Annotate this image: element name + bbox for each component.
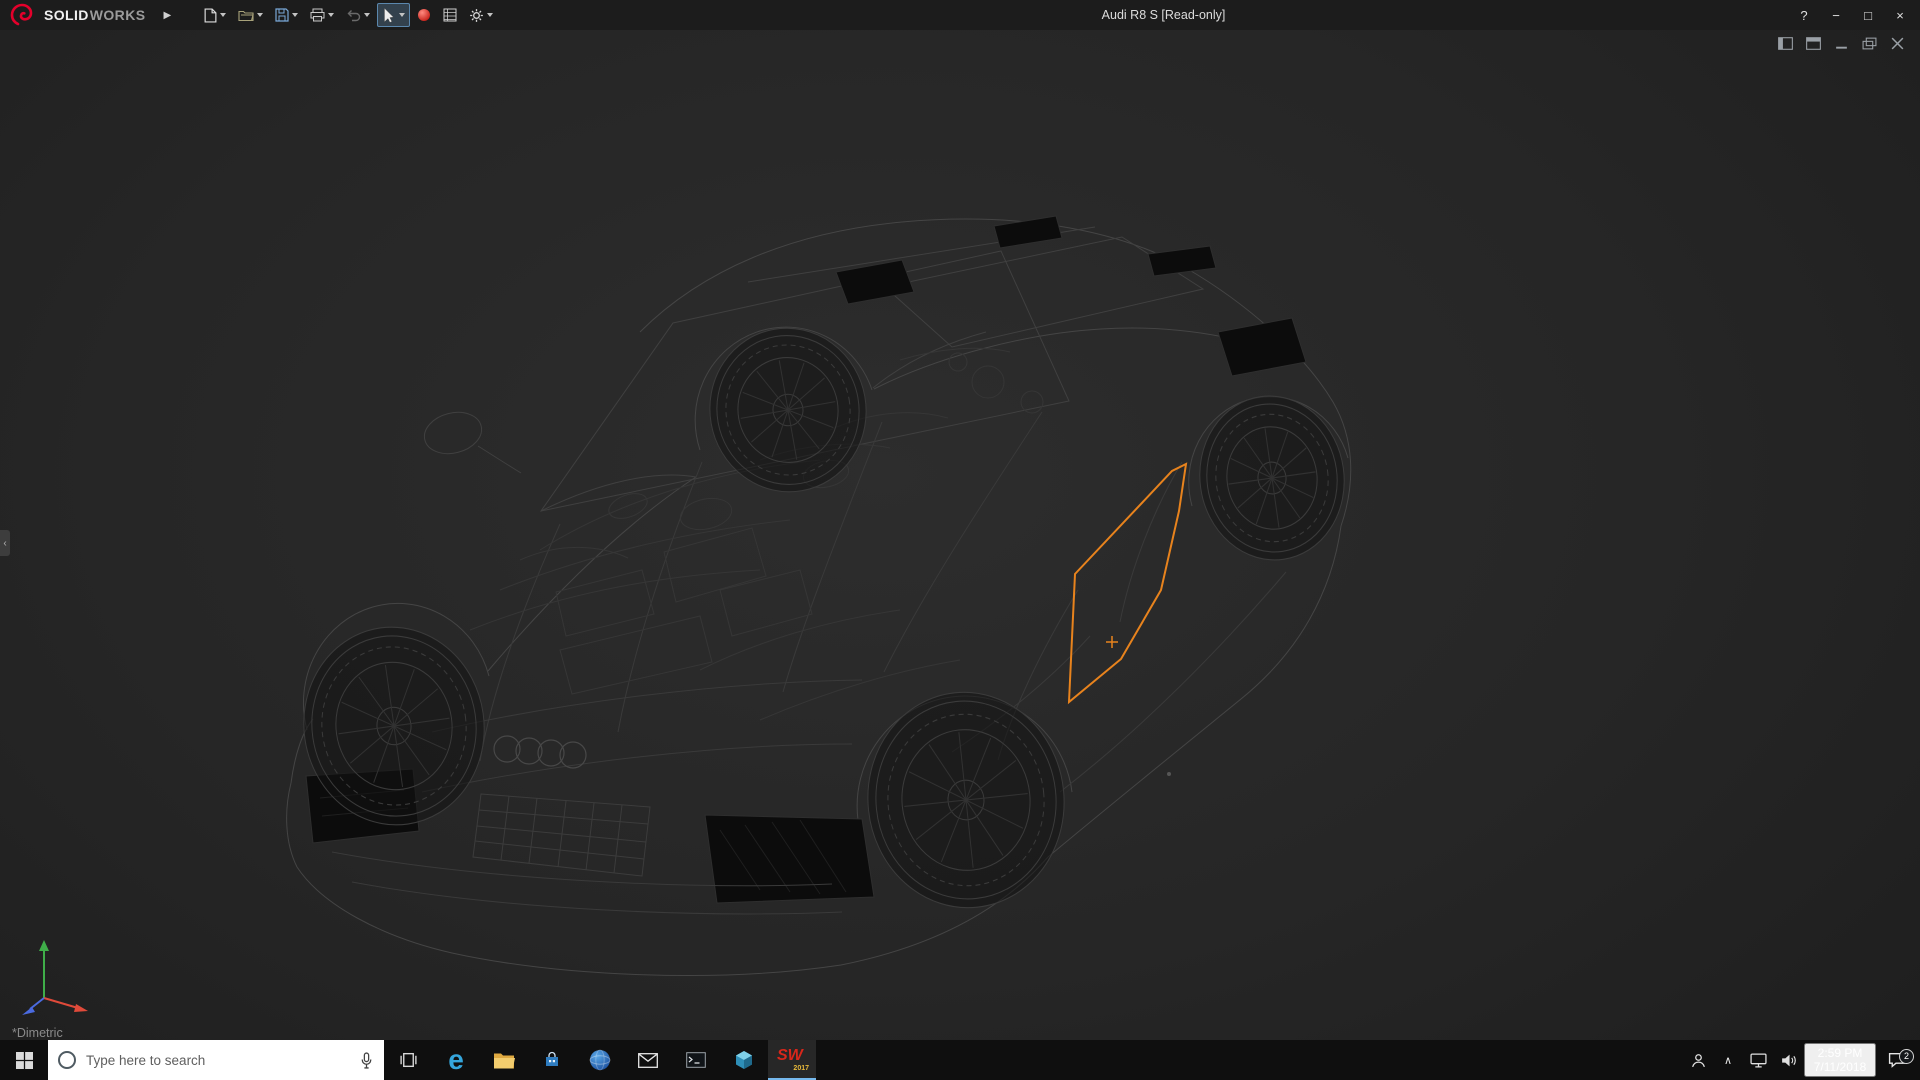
window-title: Audi R8 S [Read-only] bbox=[1101, 8, 1226, 22]
task-view-icon bbox=[399, 1052, 417, 1068]
taskbar-search[interactable] bbox=[48, 1040, 384, 1080]
help-button[interactable]: ? bbox=[1788, 0, 1820, 30]
tray-show-hidden-button[interactable]: ∧ bbox=[1714, 1054, 1742, 1067]
dropdown-caret-icon bbox=[364, 13, 371, 17]
menu-expand-button[interactable]: ▶ bbox=[159, 8, 175, 23]
taskbar-item-file-explorer[interactable] bbox=[480, 1040, 528, 1080]
doc-pane-top-button[interactable] bbox=[1804, 37, 1822, 52]
dropdown-caret-icon bbox=[220, 13, 227, 17]
clock-date: 7/11/2018 bbox=[1813, 1060, 1867, 1074]
cube-app-icon bbox=[736, 1051, 752, 1069]
window-controls: ? − □ × bbox=[1788, 0, 1916, 30]
microphone-icon[interactable] bbox=[359, 1051, 374, 1069]
people-icon bbox=[1691, 1053, 1705, 1067]
undo-icon bbox=[347, 9, 361, 21]
panel-flyout-tab[interactable]: ‹ bbox=[0, 530, 10, 556]
save-icon bbox=[275, 8, 289, 22]
solidworks-year: 2017 bbox=[793, 1065, 809, 1072]
minimize-button[interactable]: − bbox=[1820, 0, 1852, 30]
doc-restore-button[interactable] bbox=[1860, 37, 1878, 52]
options-button[interactable] bbox=[464, 3, 498, 27]
print-icon bbox=[310, 8, 325, 22]
wheel-front-right bbox=[867, 691, 1065, 909]
taskbar-item-solidworks[interactable]: SW 2017 bbox=[768, 1040, 816, 1080]
viewport-3d[interactable]: ‹ *Dimetric bbox=[0, 30, 1920, 1040]
command-prompt-icon bbox=[686, 1052, 706, 1068]
car-wireframe bbox=[286, 215, 1352, 976]
mail-icon bbox=[638, 1052, 658, 1068]
tray-volume-button[interactable] bbox=[1774, 1053, 1802, 1068]
screen: SOLID WORKS ▶ Audi R8 S [Read-only] ? − … bbox=[0, 0, 1920, 1080]
new-document-button[interactable] bbox=[199, 3, 231, 27]
appearance-ball-icon bbox=[418, 9, 431, 21]
edge-icon: e bbox=[448, 1044, 464, 1075]
stray-vertex-dot bbox=[1167, 772, 1171, 776]
taskbar-item-mail[interactable] bbox=[624, 1040, 672, 1080]
quick-access-toolbar bbox=[199, 3, 498, 27]
audi-rings bbox=[493, 735, 587, 769]
appearance-button[interactable] bbox=[412, 3, 436, 27]
wheel-rear-right bbox=[1199, 395, 1345, 561]
brand-solid: SOLID bbox=[44, 7, 89, 23]
taskbar-item-command-prompt[interactable] bbox=[672, 1040, 720, 1080]
ds-logo-icon bbox=[10, 3, 33, 26]
task-view-button[interactable] bbox=[384, 1040, 432, 1080]
select-button[interactable] bbox=[377, 3, 411, 27]
select-cursor-icon bbox=[384, 7, 395, 23]
file-explorer-icon bbox=[494, 1053, 515, 1069]
solidworks-sw-letters: SW bbox=[777, 1047, 803, 1064]
globe-app-icon bbox=[589, 1049, 611, 1071]
doc-pane-left-button[interactable] bbox=[1776, 37, 1794, 52]
dropdown-caret-icon bbox=[328, 13, 335, 17]
save-button[interactable] bbox=[270, 3, 303, 27]
store-icon bbox=[546, 1051, 558, 1066]
file-properties-button[interactable] bbox=[438, 3, 462, 27]
tray-clock[interactable]: 2:59 PM 7/11/2018 bbox=[1804, 1043, 1876, 1077]
taskbar-item-store[interactable] bbox=[528, 1040, 576, 1080]
orientation-triad bbox=[22, 940, 88, 1015]
action-center-button[interactable]: 2 bbox=[1878, 1049, 1916, 1068]
dropdown-caret-icon bbox=[399, 13, 406, 17]
taskbar-item-browser-globe[interactable] bbox=[576, 1040, 624, 1080]
start-button[interactable] bbox=[0, 1040, 48, 1080]
brand-works: WORKS bbox=[89, 7, 146, 23]
car-grille bbox=[472, 793, 651, 877]
taskbar: e SW 2017 bbox=[0, 1040, 1920, 1080]
open-button[interactable] bbox=[233, 3, 268, 27]
tray-people-button[interactable] bbox=[1684, 1053, 1712, 1068]
clock-time: 2:59 PM bbox=[1817, 1046, 1863, 1060]
doc-minimize-button[interactable] bbox=[1832, 37, 1850, 52]
new-document-icon bbox=[204, 7, 217, 23]
windows-logo-icon bbox=[15, 1051, 33, 1069]
file-properties-icon bbox=[443, 8, 457, 22]
dropdown-caret-icon bbox=[257, 13, 264, 17]
chevron-up-icon: ∧ bbox=[1723, 1054, 1733, 1067]
titlebar: SOLID WORKS ▶ Audi R8 S [Read-only] ? − … bbox=[0, 0, 1920, 30]
dropdown-caret-icon bbox=[487, 13, 494, 17]
search-input[interactable] bbox=[84, 1051, 351, 1069]
taskbar-item-edge[interactable]: e bbox=[432, 1040, 480, 1080]
tray-network-button[interactable] bbox=[1744, 1052, 1772, 1068]
open-folder-icon bbox=[238, 10, 254, 21]
speaker-icon bbox=[1781, 1054, 1796, 1066]
close-button[interactable]: × bbox=[1884, 0, 1916, 30]
selected-face-highlight bbox=[1067, 462, 1188, 705]
document-window-controls bbox=[1776, 37, 1906, 52]
taskbar-item-3d-app[interactable] bbox=[720, 1040, 768, 1080]
gear-icon bbox=[470, 8, 484, 22]
cortana-icon bbox=[58, 1051, 76, 1069]
side-mirror bbox=[423, 411, 522, 474]
solidworks-app-icon: SW 2017 bbox=[775, 1047, 809, 1073]
notification-count-badge: 2 bbox=[1899, 1049, 1914, 1064]
maximize-button[interactable]: □ bbox=[1852, 0, 1884, 30]
view-orientation-label: *Dimetric bbox=[12, 1026, 63, 1040]
doc-close-button[interactable] bbox=[1888, 37, 1906, 52]
undo-button[interactable] bbox=[341, 3, 375, 27]
dropdown-caret-icon bbox=[292, 13, 299, 17]
solidworks-logo: SOLID WORKS bbox=[10, 3, 145, 27]
network-icon bbox=[1749, 1052, 1767, 1068]
print-button[interactable] bbox=[305, 3, 339, 27]
system-tray: ∧ 2:59 PM 7/11/2018 2 bbox=[1684, 1040, 1920, 1080]
